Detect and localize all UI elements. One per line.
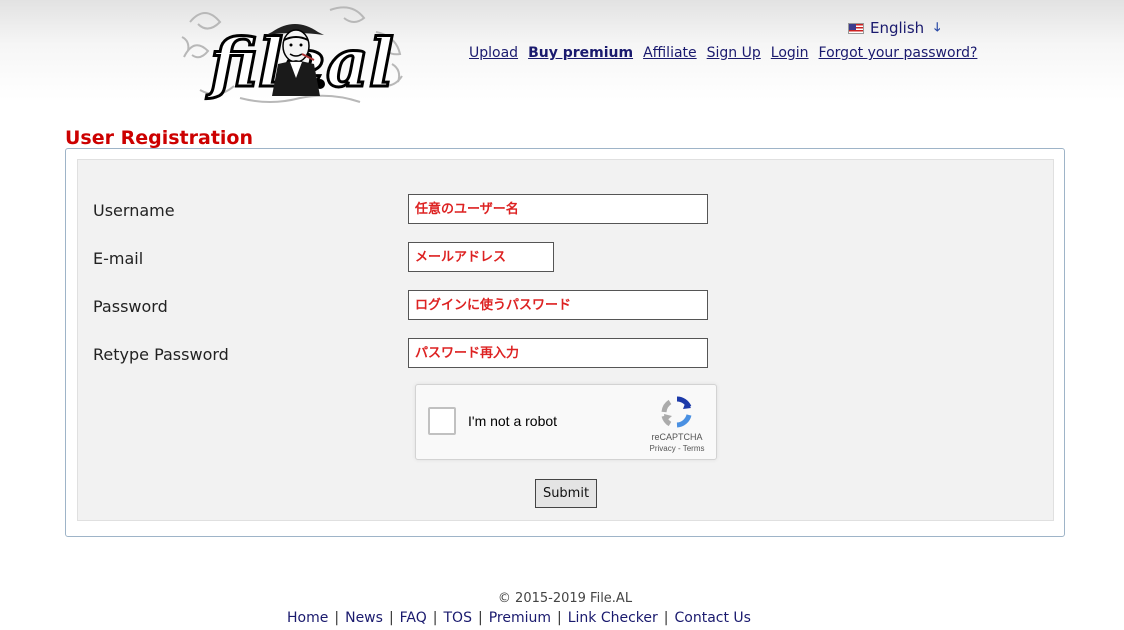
nav-affiliate-link[interactable]: Affiliate xyxy=(643,45,697,61)
recaptcha-widget: I'm not a robot reCAPTCHA Privacy - Term… xyxy=(415,384,717,460)
recaptcha-terms-link[interactable]: Terms xyxy=(683,444,705,453)
footer-separator: | xyxy=(334,610,340,626)
footer-home-link[interactable]: Home xyxy=(287,610,328,626)
password-label: Password xyxy=(93,297,168,316)
recaptcha-label: I'm not a robot xyxy=(468,413,558,429)
recaptcha-logo-icon xyxy=(661,396,692,428)
us-flag-icon xyxy=(848,22,864,34)
footer-nav: Home | News | FAQ | TOS | Premium | Link Checker | C… xyxy=(0,610,1038,626)
email-label: E-mail xyxy=(93,249,144,268)
footer-contact-us-link[interactable]: Contact Us xyxy=(674,610,750,626)
nav-login-link[interactable]: Login xyxy=(771,45,809,61)
language-label: English xyxy=(870,19,925,37)
copyright-text: © 2015-2019 File.AL xyxy=(497,591,633,606)
footer-separator: | xyxy=(388,610,394,626)
nav-sign-up-link[interactable]: Sign Up xyxy=(707,45,761,61)
retype-password-input[interactable] xyxy=(408,338,708,368)
footer-premium-link[interactable]: Premium xyxy=(489,610,551,626)
footer-separator: | xyxy=(477,610,483,626)
arrow-down-icon: 🡓 xyxy=(934,19,941,34)
footer-news-link[interactable]: News xyxy=(345,610,383,626)
nav-forgot-password-link[interactable]: Forgot your password? xyxy=(819,45,978,61)
email-input[interactable] xyxy=(408,242,554,272)
top-nav: Upload Buy premium Affiliate Sign Up Log… xyxy=(469,45,977,61)
registration-form: Username E-mail Password Retype Password… xyxy=(77,159,1054,521)
recaptcha-links: Privacy - Terms xyxy=(649,444,705,453)
username-label: Username xyxy=(93,201,175,220)
registration-panel: Username E-mail Password Retype Password… xyxy=(65,148,1065,537)
site-logo[interactable]: file al xyxy=(180,2,408,104)
password-input[interactable] xyxy=(408,290,708,320)
footer-separator: | xyxy=(432,610,438,626)
submit-button[interactable]: Submit xyxy=(535,479,597,508)
recaptcha-checkbox[interactable] xyxy=(428,407,456,435)
nav-buy-premium-link[interactable]: Buy premium xyxy=(528,45,633,61)
svg-text:al: al xyxy=(326,24,394,102)
footer-separator: | xyxy=(663,610,669,626)
language-selector[interactable]: English 🡓 xyxy=(848,19,940,37)
username-input[interactable] xyxy=(408,194,708,224)
retype-password-label: Retype Password xyxy=(93,345,229,364)
footer-tos-link[interactable]: TOS xyxy=(444,610,472,626)
footer-link-checker-link[interactable]: Link Checker xyxy=(568,610,658,626)
nav-upload-link[interactable]: Upload xyxy=(469,45,518,61)
footer-separator: | xyxy=(556,610,562,626)
footer-faq-link[interactable]: FAQ xyxy=(400,610,427,626)
page-title: User Registration xyxy=(65,127,253,149)
recaptcha-privacy-link[interactable]: Privacy xyxy=(650,444,676,453)
recaptcha-brand: reCAPTCHA xyxy=(651,432,703,442)
